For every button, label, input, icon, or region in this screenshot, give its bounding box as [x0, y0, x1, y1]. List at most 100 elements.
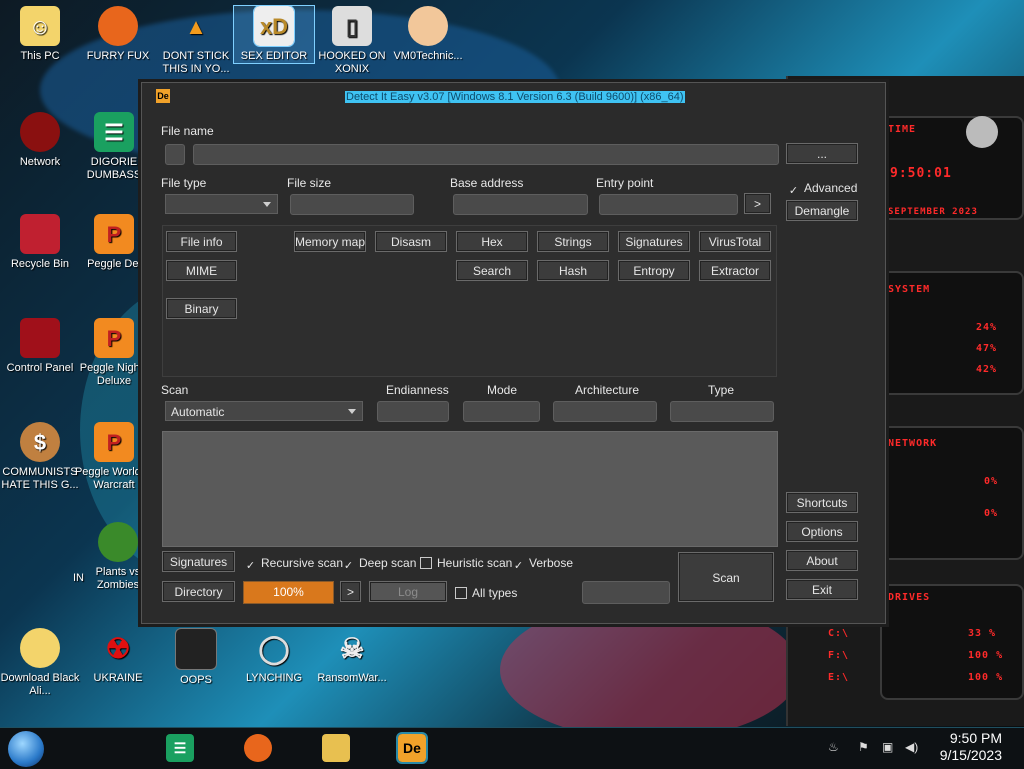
scan-mode-select[interactable]: Automatic [165, 401, 363, 421]
sheets-taskbar-icon[interactable]: ☰ [166, 734, 194, 762]
file-name-field[interactable] [193, 144, 779, 165]
start-button[interactable] [8, 731, 44, 767]
extractor-button[interactable]: Extractor [699, 260, 771, 281]
type-label: Type [708, 383, 735, 397]
desktop-icon-oops[interactable]: OOPS [156, 628, 236, 687]
vlc-cone-icon: ▲ [185, 13, 207, 39]
options-button[interactable]: Options [786, 521, 858, 542]
firefox-taskbar-icon[interactable] [244, 734, 272, 762]
file-size-field[interactable] [290, 194, 414, 215]
progress-arrow-button[interactable]: > [340, 581, 361, 602]
checkmark-icon: ✓ [788, 185, 799, 197]
tray-volume-icon[interactable]: ◀) [905, 740, 918, 754]
all-types-checkbox[interactable]: All types [455, 586, 517, 600]
file-explorer-icon[interactable] [322, 734, 350, 762]
desktop-icon-vm0technic[interactable]: VM0Technic... [388, 6, 468, 63]
deep-scan-label: Deep scan [359, 556, 417, 570]
desktop-icon-communists[interactable]: $ COMMUNISTS HATE THIS G... [0, 422, 80, 492]
signatures-bottom-button[interactable]: Signatures [162, 551, 235, 572]
desktop-icon-label: HOOKED ON XONIX [318, 50, 386, 75]
architecture-field[interactable] [553, 401, 657, 422]
xonix-icon: ▯ [332, 6, 372, 46]
recursive-scan-checkbox[interactable]: ✓ Recursive scan [245, 556, 343, 572]
shortcuts-button[interactable]: Shortcuts [786, 492, 858, 513]
tray-flag-icon[interactable]: ⚑ [858, 740, 869, 754]
peggle-icon: P [94, 214, 134, 254]
entry-point-field[interactable] [599, 194, 738, 215]
desktop-icon-hooked-on-xonix[interactable]: ▯ HOOKED ON XONIX [312, 6, 392, 76]
signatures-button[interactable]: Signatures [618, 231, 690, 252]
desktop-icon-network[interactable]: Network [0, 112, 80, 169]
strings-button[interactable]: Strings [537, 231, 609, 252]
scan-label: Scan [161, 383, 189, 397]
virustotal-button[interactable]: VirusTotal [699, 231, 771, 252]
drive-value: 100 % [968, 650, 1004, 661]
drive-name: C:\ [828, 628, 850, 639]
desktop-icon-label: Plants vs Zombies [95, 566, 141, 591]
memory-map-button[interactable]: Memory map [294, 231, 366, 252]
deep-scan-checkbox[interactable]: ✓ Deep scan [343, 556, 416, 572]
endianness-label: Endianness [386, 383, 449, 397]
mode-field[interactable] [463, 401, 540, 422]
hex-button[interactable]: Hex [456, 231, 528, 252]
directory-button[interactable]: Directory [162, 581, 235, 602]
results-area[interactable] [162, 431, 778, 547]
verbose-checkbox[interactable]: ✓ Verbose [513, 556, 573, 572]
endianness-field[interactable] [377, 401, 449, 422]
desktop-icon-label: DIGORIE DUMBASS [86, 156, 142, 181]
desktop-icon-label: VM0Technic... [393, 50, 463, 62]
file-name-label: File name [161, 124, 214, 138]
search-button[interactable]: Search [456, 260, 528, 281]
chevron-down-icon [263, 202, 271, 207]
mime-button[interactable]: MIME [166, 260, 237, 281]
browse-button[interactable]: ... [786, 143, 858, 164]
tray-network-icon[interactable]: ▣ [882, 740, 893, 754]
file-info-button[interactable]: File info [166, 231, 237, 252]
desktop-icon-in[interactable]: IN [14, 572, 84, 585]
desktop-icon-ransomware[interactable]: ☠ RansomWar... [312, 628, 392, 685]
demangle-button[interactable]: Demangle [786, 200, 858, 221]
checkmark-icon: ✓ [343, 560, 354, 572]
oops-icon [175, 628, 217, 670]
desktop-icon-furry-fux[interactable]: FURRY FUX [78, 6, 158, 63]
peggle-icon: P [94, 318, 134, 358]
clock[interactable]: 9:50 PM 9/15/2023 [940, 730, 1002, 764]
checkmark-icon: ✓ [513, 560, 524, 572]
peggle-icon: P [94, 422, 134, 462]
drive-name: E:\ [828, 672, 850, 683]
entry-point-arrow-button[interactable]: > [744, 193, 771, 214]
tray-flame-icon[interactable]: ♨ [828, 740, 839, 754]
log-button[interactable]: Log [369, 581, 447, 602]
date-value: SEPTEMBER 2023 [888, 207, 978, 217]
binary-button[interactable]: Binary [166, 298, 237, 319]
die-taskbar-icon[interactable]: De [396, 732, 428, 764]
file-type-select[interactable] [165, 194, 278, 214]
entropy-button[interactable]: Entropy [618, 260, 690, 281]
desktop-icon-control-panel[interactable]: Control Panel [0, 318, 80, 375]
desktop-icon-label: Download Black Ali... [0, 672, 80, 697]
type-field[interactable] [670, 401, 774, 422]
scan-button[interactable]: Scan [678, 552, 774, 602]
sheets-icon: ☰ [94, 112, 134, 152]
desktop-icon-label: Peggle Nights Deluxe [79, 362, 149, 387]
desktop-icon-recycle-bin[interactable]: Recycle Bin [0, 214, 80, 271]
title-bar[interactable]: De Detect It Easy v3.07 [Windows 8.1 Ver… [142, 83, 885, 109]
disasm-button[interactable]: Disasm [375, 231, 447, 252]
desktop-icon-download[interactable]: Download Black Ali... [0, 628, 80, 698]
heuristic-scan-checkbox[interactable]: Heuristic scan [420, 556, 512, 570]
plant-icon [98, 522, 138, 562]
desktop-icon-label: SEX EDITOR [240, 50, 308, 62]
desktop-icon-this-pc[interactable]: ☺ This PC [0, 6, 80, 63]
desktop-icon-sex-editor[interactable]: xD SEX EDITOR [233, 5, 315, 64]
exit-button[interactable]: Exit [786, 579, 858, 600]
desktop-icon-dont-stick[interactable]: ▲ DONT STICK THIS IN YO... [156, 6, 236, 76]
character-icon [20, 628, 60, 668]
desktop-icon-ukraine[interactable]: ☢ UKRAINE [78, 628, 158, 685]
entry-point-label: Entry point [596, 176, 654, 190]
hash-button[interactable]: Hash [537, 260, 609, 281]
advanced-checkbox[interactable]: ✓ Advanced [788, 181, 857, 197]
firefox-icon [98, 6, 138, 46]
about-button[interactable]: About [786, 550, 858, 571]
base-address-field[interactable] [453, 194, 588, 215]
desktop-icon-lynching[interactable]: ◯ LYNCHING [234, 628, 314, 685]
